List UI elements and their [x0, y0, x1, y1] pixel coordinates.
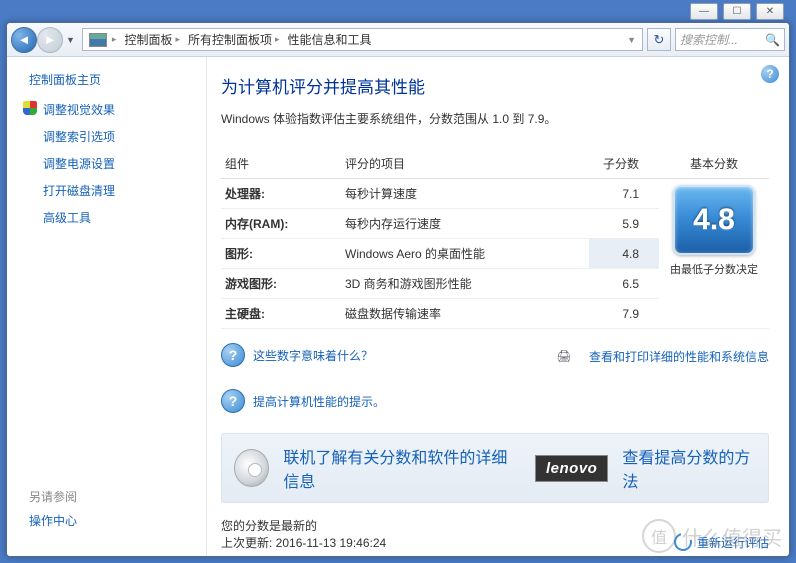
table-row: 处理器: 每秒计算速度 7.14.8由最低子分数决定	[221, 179, 769, 209]
last-updated: 上次更新: 2016-11-13 19:46:24	[221, 534, 386, 551]
sidebar-link-action-center[interactable]: 操作中心	[15, 509, 198, 532]
help-link-meaning[interactable]: ? 这些数字意味着什么？	[221, 343, 385, 367]
sidebar-header[interactable]: 控制面板主页	[15, 71, 198, 88]
print-details-link[interactable]: 🖨 查看和打印详细的性能和系统信息	[547, 343, 769, 369]
sidebar-link-disk-cleanup[interactable]: 打开磁盘清理	[15, 179, 198, 202]
vendor-logo: lenovo	[535, 455, 608, 482]
sidebar-link-power[interactable]: 调整电源设置	[15, 152, 198, 175]
printer-icon: 🖨	[547, 343, 581, 369]
score-badge: 4.8	[673, 185, 755, 255]
footer: 您的分数是最新的 上次更新: 2016-11-13 19:46:24 重新运行评…	[221, 517, 769, 551]
cell-item: 每秒计算速度	[341, 179, 589, 209]
forward-button[interactable]: ►	[37, 27, 63, 53]
col-item: 评分的项目	[341, 149, 589, 179]
see-also-section: 另请参阅 操作中心	[15, 488, 198, 542]
base-score-value: 4.8	[693, 203, 735, 237]
col-component: 组件	[221, 149, 341, 179]
cell-subscore: 6.5	[589, 269, 659, 299]
navigation-bar: ◄ ► ▼ ▸ 控制面板 ▸ 所有控制面板项 ▸ 性能信息和工具 ▼ ↻ 搜索控…	[7, 23, 789, 57]
control-panel-icon	[89, 33, 107, 47]
cell-subscore: 4.8	[589, 239, 659, 269]
col-subscore: 子分数	[589, 149, 659, 179]
sidebar-link-indexing[interactable]: 调整索引选项	[15, 125, 198, 148]
content-area: ? 为计算机评分并提高其性能 Windows 体验指数评估主要系统组件，分数范围…	[207, 57, 789, 556]
breadcrumb-root[interactable]: ▸	[85, 33, 121, 47]
vendor-panel: 联机了解有关分数和软件的详细信息 lenovo 查看提高分数的方法	[221, 433, 769, 503]
maximize-button[interactable]: ☐	[723, 3, 751, 20]
question-icon: ?	[221, 389, 245, 413]
breadcrumb[interactable]: 性能信息和工具	[284, 31, 376, 48]
address-bar[interactable]: ▸ 控制面板 ▸ 所有控制面板项 ▸ 性能信息和工具 ▼	[82, 28, 643, 51]
vendor-improve-link[interactable]: 查看提高分数的方法	[622, 444, 756, 492]
cell-subscore: 7.9	[589, 299, 659, 329]
search-placeholder: 搜索控制...	[680, 31, 738, 48]
base-score-label: 由最低子分数决定	[663, 261, 765, 277]
sidebar-link-advanced-tools[interactable]: 高级工具	[15, 206, 198, 229]
page-description: Windows 体验指数评估主要系统组件，分数范围从 1.0 到 7.9。	[221, 110, 769, 127]
back-button[interactable]: ◄	[11, 27, 37, 53]
cell-component: 图形:	[221, 239, 341, 269]
scores-table: 组件 评分的项目 子分数 基本分数 处理器: 每秒计算速度 7.14.8由最低子…	[221, 149, 769, 329]
cell-subscore: 7.1	[589, 179, 659, 209]
minimize-button[interactable]: —	[690, 3, 718, 20]
window-chrome: — ☐ ✕	[690, 3, 784, 20]
cell-component: 处理器:	[221, 179, 341, 209]
see-also-header: 另请参阅	[15, 488, 198, 505]
refresh-button[interactable]: ↻	[647, 28, 671, 51]
history-dropdown-icon[interactable]: ▼	[66, 35, 75, 45]
cell-component: 主硬盘:	[221, 299, 341, 329]
search-icon: 🔍	[765, 33, 780, 47]
help-link-tips[interactable]: ? 提高计算机性能的提示。	[221, 389, 385, 413]
breadcrumb[interactable]: 所有控制面板项 ▸	[184, 31, 284, 48]
cell-subscore: 5.9	[589, 209, 659, 239]
cell-item: 每秒内存运行速度	[341, 209, 589, 239]
cell-component: 内存(RAM):	[221, 209, 341, 239]
address-dropdown-icon[interactable]: ▼	[623, 35, 640, 45]
control-panel-window: ◄ ► ▼ ▸ 控制面板 ▸ 所有控制面板项 ▸ 性能信息和工具 ▼ ↻ 搜索控…	[6, 22, 790, 557]
cell-item: Windows Aero 的桌面性能	[341, 239, 589, 269]
sidebar: 控制面板主页 调整视觉效果 调整索引选项 调整电源设置 打开磁盘清理 高级工具 …	[7, 57, 207, 556]
cell-item: 3D 商务和游戏图形性能	[341, 269, 589, 299]
page-title: 为计算机评分并提高其性能	[221, 73, 769, 98]
breadcrumb[interactable]: 控制面板 ▸	[120, 31, 184, 48]
search-input[interactable]: 搜索控制... 🔍	[675, 28, 785, 51]
rerun-assessment-link[interactable]: 重新运行评估	[674, 533, 769, 551]
score-status: 您的分数是最新的	[221, 517, 386, 534]
question-icon: ?	[221, 343, 245, 367]
cell-item: 磁盘数据传输速率	[341, 299, 589, 329]
help-icon[interactable]: ?	[761, 65, 779, 83]
software-info-link[interactable]: 联机了解有关分数和软件的详细信息	[283, 444, 521, 492]
sidebar-link-visual-effects[interactable]: 调整视觉效果	[15, 98, 198, 121]
base-score-cell: 4.8 由最低子分数决定	[659, 179, 769, 329]
cell-component: 游戏图形:	[221, 269, 341, 299]
nav-arrows: ◄ ► ▼	[11, 27, 78, 53]
disc-icon	[234, 449, 269, 487]
close-button[interactable]: ✕	[756, 3, 784, 20]
col-basescore: 基本分数	[659, 149, 769, 179]
